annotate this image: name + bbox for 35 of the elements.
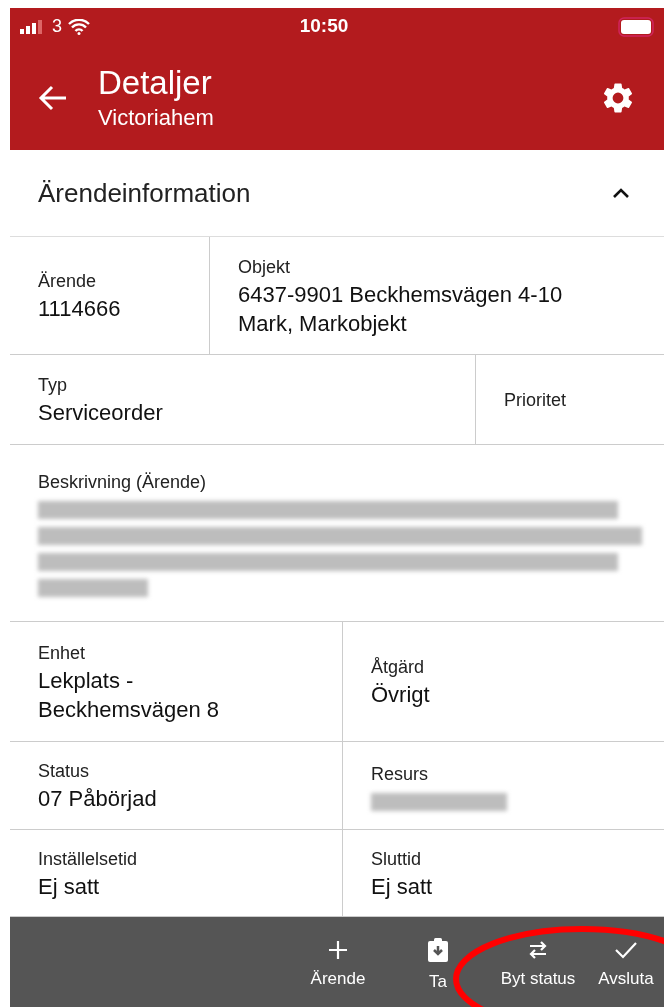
field-value: Lekplats - Beckhemsvägen 8: [38, 666, 220, 724]
field-value: Serviceorder: [38, 399, 164, 427]
field-value: Ej satt: [38, 872, 101, 901]
field-value: Ej satt: [371, 872, 434, 901]
battery-icon: [618, 16, 654, 37]
page-title: Detaljer: [98, 62, 213, 103]
toolbar-action[interactable]: Ärende: [288, 932, 388, 992]
back-arrow-icon: [38, 84, 68, 111]
toolbar-action[interactable]: Avsluta: [588, 932, 664, 992]
plus-icon: [328, 940, 348, 961]
clipboard-icon: [427, 937, 449, 964]
field-value: 07 Påbörjad: [38, 785, 158, 813]
field-label: Typ: [38, 374, 68, 397]
field-value: Övrigt: [371, 681, 431, 709]
field-label: Status: [38, 760, 91, 783]
wifi-icon: [68, 18, 90, 35]
field-label: Resurs: [371, 762, 429, 786]
field-label: Inställelsetid: [38, 847, 139, 871]
check-icon: [614, 940, 638, 961]
page-subtitle: Victoriahem: [98, 103, 215, 132]
field-label: Beskrivning (Ärende): [38, 471, 208, 494]
field-value: 1114666: [38, 295, 122, 323]
section-title: Ärendeinformation: [38, 176, 252, 210]
chevron-icon: [612, 187, 630, 199]
field-label: Prioritet: [504, 388, 567, 412]
toolbar-action[interactable]: Ta: [388, 929, 488, 995]
clock-time: 10:50: [298, 14, 350, 39]
field-label: Objekt: [238, 255, 292, 279]
field-label: Sluttid: [371, 847, 423, 871]
field-value: 6437-9901 Beckhemsvägen 4-10 Mark, Markobjekt: [238, 280, 564, 338]
field-label: Ärende: [38, 270, 98, 293]
field-label: Enhet: [38, 641, 87, 665]
carrier-label: 3: [52, 15, 62, 38]
field-label: Åtgärd: [371, 656, 426, 679]
toolbar-action[interactable]: Byt status: [488, 932, 588, 992]
